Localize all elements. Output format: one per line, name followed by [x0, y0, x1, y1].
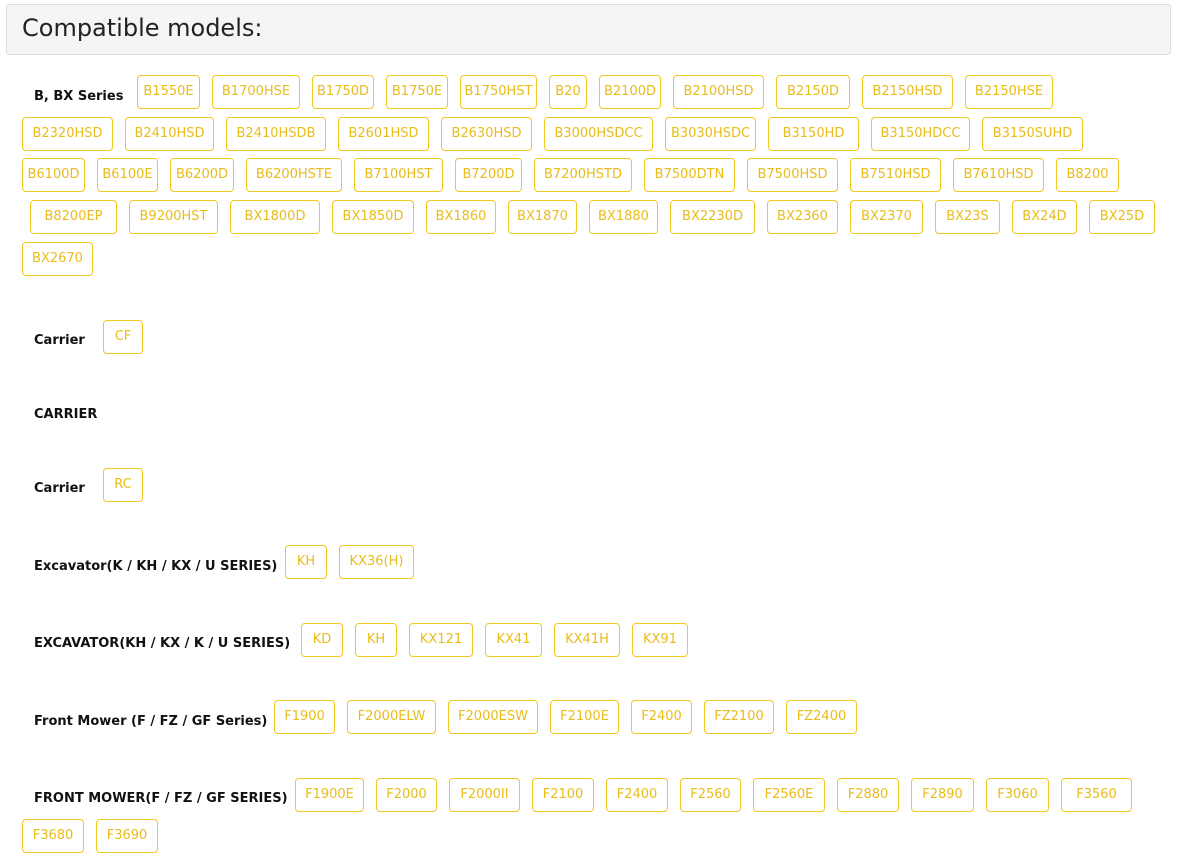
model-chip[interactable]: F3680	[22, 819, 84, 853]
model-chip[interactable]: B2320HSD	[22, 117, 113, 151]
model-chip[interactable]: CF	[103, 320, 143, 354]
model-chip[interactable]: F2400	[606, 778, 668, 812]
model-chip[interactable]: BX1860	[426, 200, 496, 234]
model-chip[interactable]: KX41H	[554, 623, 620, 657]
page-title: Compatible models:	[22, 14, 263, 42]
model-chip[interactable]: B2150D	[776, 75, 850, 109]
model-chip[interactable]: B2410HSD	[125, 117, 214, 151]
model-chip[interactable]: B2150HSE	[965, 75, 1053, 109]
model-chip[interactable]: F2100E	[550, 700, 619, 734]
model-chip[interactable]: BX2670	[22, 242, 93, 276]
model-chip[interactable]: F3690	[96, 819, 158, 853]
model-chip[interactable]: B7610HSD	[953, 158, 1044, 192]
model-chip[interactable]: BX2230D	[670, 200, 755, 234]
model-chip[interactable]: B3150SUHD	[982, 117, 1083, 151]
model-chip[interactable]: BX24D	[1012, 200, 1077, 234]
model-chip[interactable]: KX91	[632, 623, 688, 657]
model-chip[interactable]: F1900	[274, 700, 335, 734]
series-label: Excavator(K / KH / KX / U SERIES)	[34, 559, 278, 574]
model-chip[interactable]: B1750D	[312, 75, 374, 109]
model-chip[interactable]: F2560	[680, 778, 741, 812]
model-chip[interactable]: B6100D	[22, 158, 85, 192]
model-chip[interactable]: BX23S	[935, 200, 1000, 234]
model-chip[interactable]: B7510HSD	[850, 158, 941, 192]
model-chip[interactable]: B2100HSD	[673, 75, 764, 109]
model-chip[interactable]: BX1880	[589, 200, 658, 234]
model-chip[interactable]: F3060	[986, 778, 1049, 812]
model-chip[interactable]: B20	[549, 75, 587, 109]
model-chip[interactable]: BX1870	[508, 200, 577, 234]
model-chip[interactable]: B7200HSTD	[534, 158, 632, 192]
series-label: Carrier	[34, 481, 85, 496]
model-chip[interactable]: B3000HSDCC	[544, 117, 653, 151]
model-chip[interactable]: B2630HSD	[441, 117, 532, 151]
model-chip[interactable]: B2150HSD	[862, 75, 953, 109]
model-chip[interactable]: F2560E	[753, 778, 825, 812]
model-chip[interactable]: FZ2100	[704, 700, 774, 734]
compatible-models-header: Compatible models:	[6, 4, 1171, 55]
model-chip[interactable]: F2400	[631, 700, 692, 734]
model-chip[interactable]: F3560	[1061, 778, 1132, 812]
model-chip[interactable]: KX41	[485, 623, 542, 657]
model-chip[interactable]: BX1850D	[332, 200, 414, 234]
series-label: Carrier	[34, 333, 85, 348]
series-label: EXCAVATOR(KH / KX / K / U SERIES)	[34, 636, 291, 651]
model-chip[interactable]: RC	[103, 468, 143, 502]
model-chip[interactable]: B8200	[1056, 158, 1119, 192]
model-chip[interactable]: B7200D	[455, 158, 522, 192]
model-chip[interactable]: KD	[301, 623, 343, 657]
model-chip[interactable]: F2000ELW	[347, 700, 436, 734]
model-chip[interactable]: B1550E	[137, 75, 200, 109]
model-chip[interactable]: B3030HSDC	[665, 117, 756, 151]
model-chip[interactable]: B2410HSDB	[226, 117, 326, 151]
model-chip[interactable]: BX25D	[1089, 200, 1155, 234]
series-label: B, BX Series	[34, 89, 124, 104]
model-chip[interactable]: B7500DTN	[644, 158, 735, 192]
model-chip[interactable]: F2000ESW	[448, 700, 538, 734]
model-chip[interactable]: FZ2400	[786, 700, 857, 734]
model-chip[interactable]: B3150HDCC	[871, 117, 970, 151]
model-chip[interactable]: KH	[285, 545, 327, 579]
model-chip[interactable]: B7100HST	[354, 158, 443, 192]
model-chip[interactable]: BX2360	[767, 200, 838, 234]
model-chip[interactable]: F1900E	[295, 778, 364, 812]
model-chip[interactable]: F2880	[837, 778, 899, 812]
model-chip[interactable]: B3150HD	[768, 117, 859, 151]
model-chip[interactable]: B9200HST	[129, 200, 218, 234]
model-chip[interactable]: F2000	[376, 778, 437, 812]
model-chip[interactable]: F2000II	[449, 778, 520, 812]
model-chip[interactable]: B6100E	[97, 158, 158, 192]
model-chip[interactable]: F2890	[911, 778, 974, 812]
model-chip[interactable]: KX36(H)	[339, 545, 414, 579]
model-chip[interactable]: BX1800D	[230, 200, 320, 234]
model-chip[interactable]: B1750E	[386, 75, 448, 109]
series-label: FRONT MOWER(F / FZ / GF SERIES)	[34, 791, 288, 806]
model-chip[interactable]: B2100D	[599, 75, 661, 109]
model-chip[interactable]: F2100	[532, 778, 594, 812]
model-chip[interactable]: BX2370	[850, 200, 923, 234]
model-chip[interactable]: KX121	[409, 623, 473, 657]
model-chip[interactable]: B2601HSD	[338, 117, 429, 151]
model-chip[interactable]: B1700HSE	[212, 75, 300, 109]
model-chip[interactable]: B1750HST	[460, 75, 537, 109]
series-label: Front Mower (F / FZ / GF Series)	[34, 714, 268, 729]
model-chip[interactable]: B8200EP	[30, 200, 117, 234]
model-chip[interactable]: B7500HSD	[747, 158, 838, 192]
series-label: CARRIER	[34, 407, 98, 422]
model-chip[interactable]: B6200D	[170, 158, 234, 192]
model-chip[interactable]: B6200HSTE	[246, 158, 342, 192]
model-chip[interactable]: KH	[355, 623, 397, 657]
